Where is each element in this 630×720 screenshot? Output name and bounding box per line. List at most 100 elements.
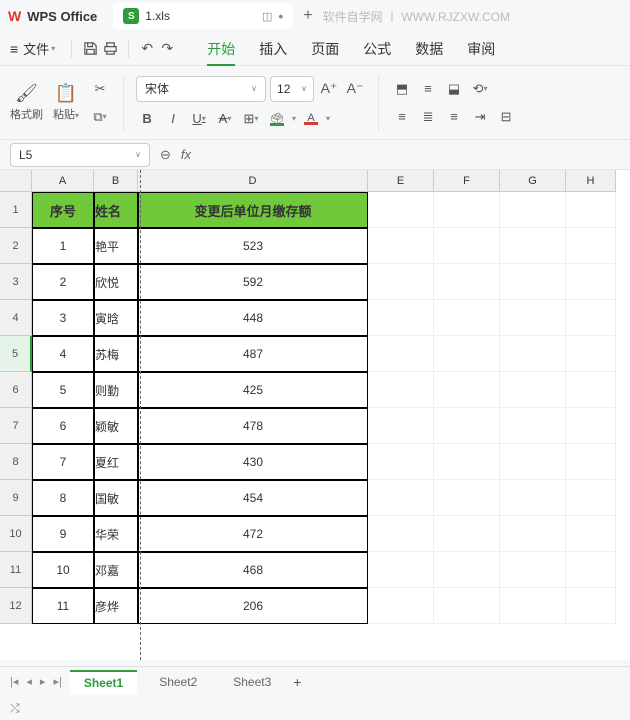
col-header-E[interactable]: E (368, 170, 434, 192)
strike-button[interactable]: A▾ (214, 108, 236, 130)
cell-F1[interactable] (434, 192, 500, 228)
cell-G3[interactable] (500, 264, 566, 300)
new-tab-button[interactable]: + (303, 7, 312, 25)
align-middle-icon[interactable]: ≡ (417, 78, 439, 100)
tab-formula[interactable]: 公式 (351, 33, 403, 65)
col-header-A[interactable]: A (32, 170, 94, 192)
decrease-font-icon[interactable]: A⁻ (344, 78, 366, 100)
cell-B6[interactable]: 则勤 (94, 372, 138, 408)
paste-button[interactable]: 📋 粘贴▾ (53, 83, 79, 122)
sheet-tab-3[interactable]: Sheet3 (219, 671, 285, 693)
file-menu[interactable]: 文件▾ (23, 39, 55, 58)
redo-icon[interactable]: ↷ (157, 39, 177, 59)
row-header-1[interactable]: 1 (0, 192, 32, 228)
tab-insert[interactable]: 插入 (247, 33, 299, 65)
font-select[interactable]: 宋体∨ (136, 76, 266, 102)
hamburger-icon[interactable]: ≡ (10, 41, 18, 57)
cell-F11[interactable] (434, 552, 500, 588)
col-header-H[interactable]: H (566, 170, 616, 192)
row-header-6[interactable]: 6 (0, 372, 32, 408)
cell-G11[interactable] (500, 552, 566, 588)
sheet-nav-first-icon[interactable]: |◂ (10, 675, 18, 688)
cell-A5[interactable]: 4 (32, 336, 94, 372)
cell-D1[interactable]: 变更后单位月缴存额 (138, 192, 368, 228)
row-header-2[interactable]: 2 (0, 228, 32, 264)
row-header-11[interactable]: 11 (0, 552, 32, 588)
cell-B8[interactable]: 夏红 (94, 444, 138, 480)
cell-D9[interactable]: 454 (138, 480, 368, 516)
fx-icon[interactable]: fx (181, 147, 191, 162)
increase-font-icon[interactable]: A⁺ (318, 78, 340, 100)
cell-G5[interactable] (500, 336, 566, 372)
col-header-B[interactable]: B (94, 170, 138, 192)
cell-G2[interactable] (500, 228, 566, 264)
cell-D6[interactable]: 425 (138, 372, 368, 408)
cell-D2[interactable]: 523 (138, 228, 368, 264)
cell-B12[interactable]: 彦烨 (94, 588, 138, 624)
cell-F2[interactable] (434, 228, 500, 264)
cell-H2[interactable] (566, 228, 616, 264)
cell-A2[interactable]: 1 (32, 228, 94, 264)
cell-H12[interactable] (566, 588, 616, 624)
cell-B9[interactable]: 国敏 (94, 480, 138, 516)
tab-data[interactable]: 数据 (403, 33, 455, 65)
indent-icon[interactable]: ⇥ (469, 106, 491, 128)
cell-F10[interactable] (434, 516, 500, 552)
row-header-8[interactable]: 8 (0, 444, 32, 480)
cell-F6[interactable] (434, 372, 500, 408)
underline-button[interactable]: U▾ (188, 108, 210, 130)
copy-icon[interactable]: ⧉▾ (89, 106, 111, 128)
save-icon[interactable] (80, 39, 100, 59)
cell-B4[interactable]: 寅晗 (94, 300, 138, 336)
cell-B1[interactable]: 姓名 (94, 192, 138, 228)
tab-page[interactable]: 页面 (299, 33, 351, 65)
print-icon[interactable] (100, 39, 120, 59)
size-select[interactable]: 12∨ (270, 76, 314, 102)
cell-H7[interactable] (566, 408, 616, 444)
row-header-12[interactable]: 12 (0, 588, 32, 624)
cell-G6[interactable] (500, 372, 566, 408)
tab-dup-icon[interactable]: ◫ (262, 10, 272, 23)
cell-A4[interactable]: 3 (32, 300, 94, 336)
cell-E8[interactable] (368, 444, 434, 480)
cell-D12[interactable]: 206 (138, 588, 368, 624)
cell-D4[interactable]: 448 (138, 300, 368, 336)
align-left-icon[interactable]: ≡ (391, 106, 413, 128)
cell-A10[interactable]: 9 (32, 516, 94, 552)
cell-A3[interactable]: 2 (32, 264, 94, 300)
cell-G12[interactable] (500, 588, 566, 624)
cell-F4[interactable] (434, 300, 500, 336)
cell-E4[interactable] (368, 300, 434, 336)
cell-E2[interactable] (368, 228, 434, 264)
cell-A7[interactable]: 6 (32, 408, 94, 444)
cell-A12[interactable]: 11 (32, 588, 94, 624)
row-header-5[interactable]: 5 (0, 336, 32, 372)
cell-G7[interactable] (500, 408, 566, 444)
tab-start[interactable]: 开始 (195, 33, 247, 65)
cell-H11[interactable] (566, 552, 616, 588)
cell-E10[interactable] (368, 516, 434, 552)
cell-F5[interactable] (434, 336, 500, 372)
row-header-4[interactable]: 4 (0, 300, 32, 336)
bold-button[interactable]: B (136, 108, 158, 130)
undo-icon[interactable]: ↶ (137, 39, 157, 59)
cell-E6[interactable] (368, 372, 434, 408)
cell-H3[interactable] (566, 264, 616, 300)
cell-G10[interactable] (500, 516, 566, 552)
tab-review[interactable]: 审阅 (455, 33, 507, 65)
align-top-icon[interactable]: ⬒ (391, 78, 413, 100)
cell-F3[interactable] (434, 264, 500, 300)
add-sheet-icon[interactable]: + (293, 674, 301, 690)
align-bottom-icon[interactable]: ⬓ (443, 78, 465, 100)
cell-D3[interactable]: 592 (138, 264, 368, 300)
cell-E9[interactable] (368, 480, 434, 516)
row-header-3[interactable]: 3 (0, 264, 32, 300)
cell-G4[interactable] (500, 300, 566, 336)
cell-A6[interactable]: 5 (32, 372, 94, 408)
cut-icon[interactable]: ✂ (89, 78, 111, 100)
row-header-7[interactable]: 7 (0, 408, 32, 444)
border-button[interactable]: ⊞▾ (240, 108, 262, 130)
cell-A11[interactable]: 10 (32, 552, 94, 588)
align-right-icon[interactable]: ≡ (443, 106, 465, 128)
cell-B7[interactable]: 颖敏 (94, 408, 138, 444)
